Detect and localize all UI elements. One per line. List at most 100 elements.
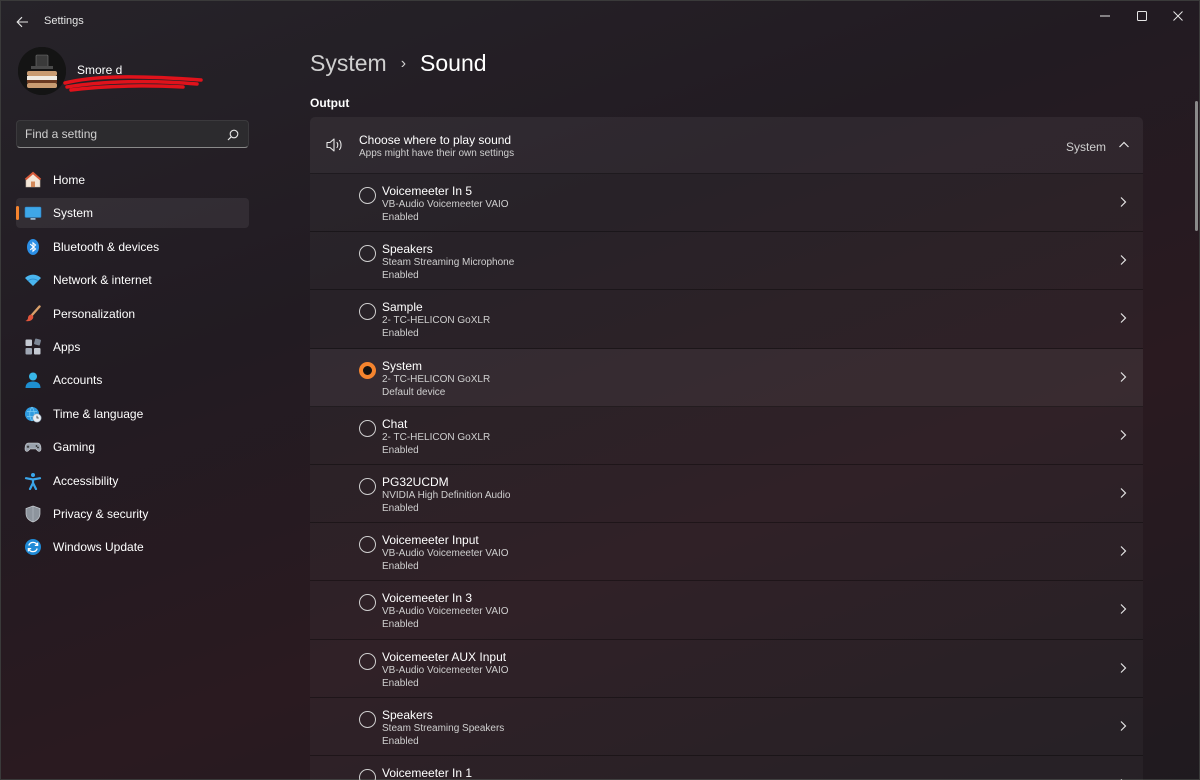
minimize-icon <box>1100 15 1110 17</box>
search-input[interactable] <box>25 126 225 142</box>
sidebar-item-accessibility[interactable]: Accessibility <box>16 466 249 496</box>
device-driver: NVIDIA High Definition Audio <box>382 489 511 501</box>
device-name: System <box>382 358 423 373</box>
device-driver: VB-Audio Voicemeeter VAIO <box>382 664 509 676</box>
device-driver: VB-Audio Voicemeeter VAIO <box>382 199 509 210</box>
device-status: Default device <box>382 386 446 398</box>
output-device-item[interactable]: Sample 2- TC-HELICON GoXLR Enabled <box>310 290 1143 349</box>
chevron-up-icon[interactable] <box>1117 139 1131 151</box>
minimize-button[interactable] <box>1086 1 1124 31</box>
device-status: Enabled <box>382 677 419 689</box>
title-bar: Settings <box>1 1 1200 43</box>
output-header-subtitle: Apps might have their own settings <box>359 148 515 159</box>
avatar[interactable] <box>18 47 66 95</box>
device-radio[interactable] <box>359 187 376 204</box>
sidebar-item-home[interactable]: Home <box>16 165 249 195</box>
chevron-right-icon[interactable] <box>1119 429 1127 441</box>
sidebar-item-windows-update[interactable]: Windows Update <box>16 532 249 562</box>
device-status: Enabled <box>382 561 419 573</box>
device-radio-selected[interactable] <box>359 361 376 379</box>
accessibility-icon <box>24 472 42 490</box>
breadcrumb-parent[interactable]: System <box>310 50 387 77</box>
output-device-item[interactable]: Chat 2- TC-HELICON GoXLR Enabled <box>310 407 1143 465</box>
device-name: Speakers <box>382 707 433 722</box>
sidebar-item-gaming[interactable]: Gaming <box>16 432 249 462</box>
device-radio[interactable] <box>359 303 376 321</box>
search-box[interactable] <box>16 120 249 148</box>
sidebar-item-network-internet[interactable]: Network & internet <box>16 265 249 295</box>
device-name: PG32UCDM <box>382 474 449 489</box>
device-radio[interactable] <box>359 710 376 728</box>
output-device-item[interactable]: Voicemeeter In 5 VB-Audio Voicemeeter VA… <box>310 174 1143 233</box>
device-name: Voicemeeter Input <box>382 533 479 548</box>
monitor-icon <box>24 204 42 222</box>
chevron-right-icon[interactable] <box>1119 720 1127 732</box>
output-device-header[interactable]: Choose where to play sound Apps might ha… <box>310 117 1143 174</box>
output-device-item[interactable]: Voicemeeter In 3 VB-Audio Voicemeeter VA… <box>310 581 1143 640</box>
device-driver: Steam Streaming Speakers <box>382 722 505 734</box>
output-device-card: Choose where to play sound Apps might ha… <box>310 117 1143 780</box>
chevron-right-icon[interactable] <box>1119 487 1127 499</box>
scrollbar-thumb[interactable] <box>1195 101 1198 231</box>
device-status: Enabled <box>382 270 419 282</box>
avatar-image <box>18 47 66 95</box>
chevron-right-icon[interactable] <box>1119 662 1127 674</box>
sidebar-item-accounts[interactable]: Accounts <box>16 365 249 395</box>
sidebar-item-personalization[interactable]: Personalization <box>16 299 249 329</box>
device-driver: Steam Streaming Microphone <box>382 257 515 269</box>
chevron-right-icon[interactable] <box>1119 371 1127 383</box>
device-driver: 2- TC-HELICON GoXLR <box>382 431 491 443</box>
chevron-right-icon[interactable] <box>1119 196 1127 208</box>
output-device-item[interactable]: Speakers Steam Streaming Speakers Enable… <box>310 698 1143 756</box>
brush-icon <box>24 304 42 323</box>
sidebar-item-bluetooth-devices[interactable]: Bluetooth & devices <box>16 232 249 262</box>
device-radio[interactable] <box>359 594 376 612</box>
output-device-item[interactable]: Voicemeeter In 1 <box>310 756 1143 780</box>
device-radio[interactable] <box>359 536 376 554</box>
device-radio[interactable] <box>359 245 376 263</box>
chevron-right-icon[interactable] <box>1119 603 1127 615</box>
page-title: Sound <box>420 50 487 76</box>
device-radio[interactable] <box>359 477 376 495</box>
output-device-item[interactable]: PG32UCDM NVIDIA High Definition Audio En… <box>310 465 1143 524</box>
output-device-item[interactable]: Voicemeeter AUX Input VB-Audio Voicemeet… <box>310 640 1143 698</box>
globe-clock-icon <box>24 405 42 423</box>
device-radio[interactable] <box>359 768 376 780</box>
close-icon <box>1173 11 1183 21</box>
redaction-scribble <box>63 75 203 92</box>
arrow-left-icon <box>15 16 28 28</box>
wifi-icon <box>24 271 42 289</box>
maximize-icon <box>1137 11 1147 21</box>
device-name: Voicemeeter In 3 <box>382 591 473 606</box>
device-status: Enabled <box>382 444 419 456</box>
home-icon <box>24 171 42 189</box>
search-icon[interactable] <box>227 129 239 141</box>
device-status: Enabled <box>382 328 419 340</box>
device-driver: 2- TC-HELICON GoXLR <box>382 315 491 327</box>
device-radio[interactable] <box>359 419 376 437</box>
chevron-right-icon[interactable] <box>1119 254 1127 266</box>
chevron-right-icon[interactable] <box>1119 545 1127 557</box>
output-device-item[interactable]: Voicemeeter Input VB-Audio Voicemeeter V… <box>310 523 1143 582</box>
device-driver: VB-Audio Voicemeeter VAIO <box>382 548 509 560</box>
sidebar-item-apps[interactable]: Apps <box>16 332 249 362</box>
sidebar-nav: Home System Bluetooth & devices Network … <box>16 165 249 566</box>
output-device-item-selected[interactable]: System 2- TC-HELICON GoXLR Default devic… <box>310 348 1143 407</box>
device-driver: 2- TC-HELICON GoXLR <box>382 373 491 385</box>
sidebar-item-time-language[interactable]: Time & language <box>16 399 249 429</box>
sidebar-item-system[interactable]: System <box>16 198 249 229</box>
maximize-button[interactable] <box>1123 1 1161 31</box>
section-title-output: Output <box>310 96 350 110</box>
bluetooth-icon <box>24 238 42 256</box>
device-status: Enabled <box>382 212 419 223</box>
breadcrumb: System › Sound <box>310 50 487 77</box>
device-radio[interactable] <box>359 652 376 670</box>
chevron-right-icon[interactable] <box>1119 312 1127 324</box>
sidebar-item-privacy-security[interactable]: Privacy & security <box>16 499 249 529</box>
back-button[interactable] <box>9 9 35 35</box>
breadcrumb-separator: › <box>400 54 407 72</box>
device-name: Voicemeeter In 1 <box>382 765 473 780</box>
output-device-item[interactable]: Speakers Steam Streaming Microphone Enab… <box>310 232 1143 291</box>
close-button[interactable] <box>1159 1 1197 31</box>
output-device-list: Voicemeeter In 5 VB-Audio Voicemeeter VA… <box>310 174 1143 780</box>
